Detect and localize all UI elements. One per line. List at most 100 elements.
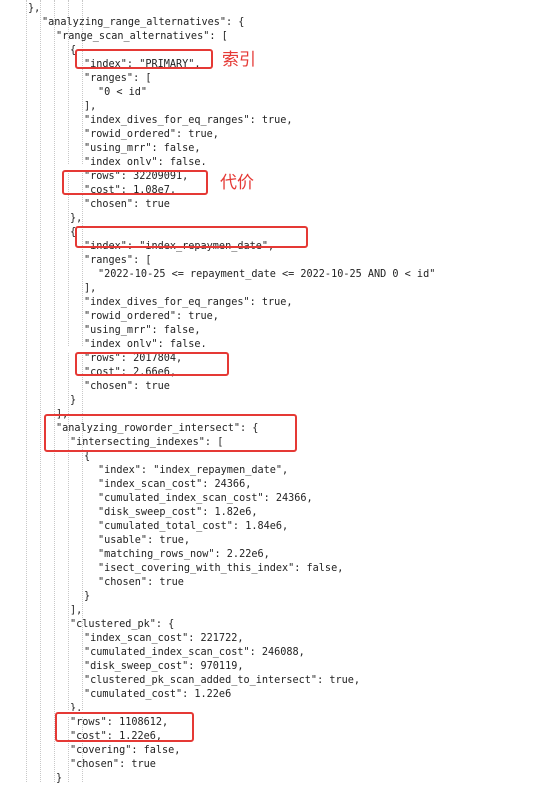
code-line: },	[70, 212, 82, 226]
scribble-mask	[62, 347, 230, 352]
code-text: "analyzing_roworder_intersect": {	[56, 423, 259, 434]
code-line: "ranges": [	[84, 72, 151, 86]
code-text: ],	[84, 101, 97, 112]
code-text: "index": "index_repaymen_date",	[84, 241, 275, 252]
code-text: "chosen": true	[98, 577, 184, 588]
index-annotation: 索引	[222, 50, 256, 70]
code-line: "index": "index_repaymen_date",	[84, 240, 274, 254]
code-text: "rows": 2017804,	[84, 353, 183, 364]
code-text: "range_scan_alternatives": [	[56, 31, 228, 42]
code-line: "rows": 1108612,	[70, 716, 168, 730]
code-text: }	[70, 395, 77, 406]
scribble-mask	[55, 711, 193, 716]
code-line: "analyzing_range_alternatives": {	[42, 16, 244, 30]
code-text: "using_mrr": false,	[84, 325, 201, 336]
code-text: }	[56, 773, 63, 784]
code-line: "using_mrr": false,	[84, 324, 201, 338]
code-line: "2022-10-25 <= repayment_date <= 2022-10…	[98, 268, 435, 282]
code-line: "cost": 1.22e6,	[70, 730, 162, 744]
code-line: "usable": true,	[98, 534, 190, 548]
code-text: "index_scan_cost": 24366,	[98, 479, 252, 490]
code-line: {	[70, 226, 76, 240]
code-line: ],	[84, 282, 96, 296]
code-line: "index_dives_for_eq_ranges": true,	[84, 296, 293, 310]
code-text: {	[70, 45, 77, 56]
code-line: "range_scan_alternatives": [	[56, 30, 228, 44]
code-line: {	[70, 44, 76, 58]
cost-annotation: 代价	[220, 173, 254, 193]
code-text: ],	[70, 605, 83, 616]
code-line: }	[56, 772, 62, 786]
json-viewer: }, "analyzing_range_alternatives": {"rang…	[0, 0, 545, 784]
code-text: },	[70, 213, 83, 224]
indent-guide	[26, 0, 27, 782]
code-line: "chosen": true	[84, 198, 170, 212]
code-text: "index": "PRIMARY",	[84, 59, 201, 70]
code-text: "cost": 2.66e6,	[84, 367, 177, 378]
code-line: "index_scan_cost": 221722,	[84, 632, 243, 646]
code-line: ],	[56, 408, 68, 422]
code-line: "clustered_pk": {	[70, 618, 174, 632]
code-line: "cumulated_total_cost": 1.84e6,	[98, 520, 288, 534]
code-line: "cumulated_cost": 1.22e6	[84, 688, 231, 702]
code-line: "clustered_pk_scan_added_to_intersect": …	[84, 674, 360, 688]
code-line: "isect_covering_with_this_index": false,	[98, 562, 343, 576]
code-text: "isect_covering_with_this_index": false,	[98, 563, 344, 574]
code-line: "matching_rows_now": 2.22e6,	[98, 548, 270, 562]
code-text: "chosen": true	[84, 381, 170, 392]
code-line: "chosen": true	[84, 380, 170, 394]
code-text: "analyzing_range_alternatives": {	[42, 17, 245, 28]
code-line: "index_scan_cost": 24366,	[98, 478, 251, 492]
code-text: "clustered_pk_scan_added_to_intersect": …	[84, 675, 361, 686]
code-text: "cumulated_total_cost": 1.84e6,	[98, 521, 289, 532]
code-line: "disk_sweep_cost": 970119,	[84, 660, 243, 674]
code-line: "covering": false,	[70, 744, 180, 758]
code-line: "0 < id"	[98, 86, 147, 100]
code-text: {	[70, 227, 77, 238]
code-line: },	[28, 2, 40, 16]
code-line: "rowid_ordered": true,	[84, 310, 219, 324]
code-text: "usable": true,	[98, 535, 191, 546]
code-text: "cumulated_index_scan_cost": 24366,	[98, 493, 313, 504]
code-text: "chosen": true	[70, 759, 156, 770]
code-line: {	[84, 450, 90, 464]
code-text: "cumulated_index_scan_cost": 246088,	[84, 647, 305, 658]
code-line: "analyzing_roworder_intersect": {	[56, 422, 258, 436]
code-text: "ranges": [	[84, 255, 152, 266]
code-text: "disk_sweep_cost": 970119,	[84, 661, 244, 672]
indent-guide	[54, 0, 55, 782]
code-line: "index": "index_repaymen_date",	[98, 464, 288, 478]
code-line: }	[84, 590, 90, 604]
code-line: "cumulated_index_scan_cost": 24366,	[98, 492, 313, 506]
code-text: "cost": 1.22e6,	[70, 731, 163, 742]
code-text: "0 < id"	[98, 87, 148, 98]
code-text: "index_scan_cost": 221722,	[84, 633, 244, 644]
code-text: "ranges": [	[84, 73, 152, 84]
code-text: "index_dives_for_eq_ranges": true,	[84, 297, 293, 308]
code-text: },	[28, 3, 41, 14]
code-text: "intersecting_indexes": [	[70, 437, 224, 448]
code-line: }	[70, 394, 76, 408]
code-text: "clustered_pk": {	[70, 619, 175, 630]
code-line: ],	[70, 604, 82, 618]
code-text: "chosen": true	[84, 199, 170, 210]
code-text: "cumulated_cost": 1.22e6	[84, 689, 232, 700]
code-text: "rowid_ordered": true,	[84, 129, 219, 140]
code-text: "using_mrr": false,	[84, 143, 201, 154]
indent-guide	[40, 0, 41, 782]
code-line: "cumulated_index_scan_cost": 246088,	[84, 646, 305, 660]
code-line: "cost": 2.66e6,	[84, 366, 176, 380]
scribble-mask	[62, 165, 212, 170]
code-line: "index_dives_for_eq_ranges": true,	[84, 114, 293, 128]
code-line: "intersecting_indexes": [	[70, 436, 223, 450]
code-line: "cost": 1.08e7,	[84, 184, 176, 198]
indent-guide	[82, 0, 83, 782]
code-text: "matching_rows_now": 2.22e6,	[98, 549, 270, 560]
code-line: "rows": 2017804,	[84, 352, 182, 366]
code-line: "disk_sweep_cost": 1.82e6,	[98, 506, 257, 520]
code-text: "rows": 32209091,	[84, 171, 189, 182]
code-text: "disk_sweep_cost": 1.82e6,	[98, 507, 258, 518]
indent-guide	[68, 0, 69, 782]
code-text: "rows": 1108612,	[70, 717, 169, 728]
code-line: "index": "PRIMARY",	[84, 58, 201, 72]
